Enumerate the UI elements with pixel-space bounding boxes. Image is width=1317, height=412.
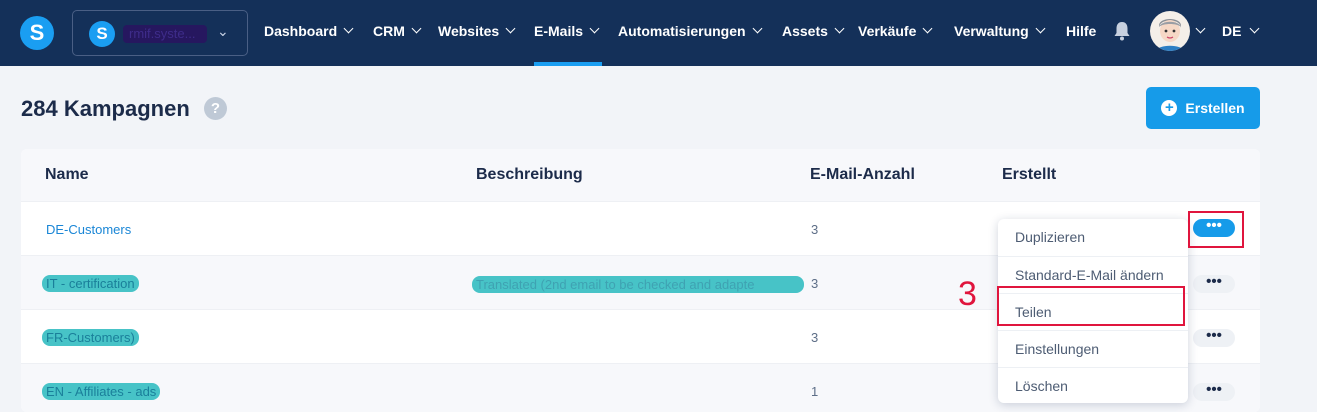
chevron-down-icon <box>505 23 516 34</box>
campaign-name-link[interactable]: FR-Customers) <box>42 329 139 346</box>
help-icon[interactable]: ? <box>204 97 227 120</box>
table-header: Name Beschreibung E-Mail-Anzahl Erstellt <box>21 149 1260 201</box>
column-header-created[interactable]: Erstellt <box>1002 166 1056 184</box>
campaign-email-count: 3 <box>811 276 819 291</box>
column-header-email-count[interactable]: E-Mail-Anzahl <box>810 166 915 184</box>
highlight-box-actions <box>1188 211 1244 248</box>
nav-automatisierungen[interactable]: Automatisierungen <box>618 23 763 39</box>
menu-item-settings[interactable]: Einstellungen <box>998 330 1188 367</box>
campaign-email-count: 1 <box>811 384 819 399</box>
highlight-box-share <box>997 286 1185 326</box>
nav-verkaeufe[interactable]: Verkäufe <box>858 23 933 39</box>
row-actions-button[interactable]: ••• <box>1193 274 1235 293</box>
row-actions-button[interactable]: ••• <box>1193 382 1235 401</box>
campaign-email-count: 3 <box>811 222 819 237</box>
nav-assets[interactable]: Assets <box>782 23 845 39</box>
chevron-down-icon[interactable] <box>1195 23 1206 34</box>
campaign-description: Translated (2nd email to be checked and … <box>472 276 804 296</box>
column-header-description[interactable]: Beschreibung <box>476 166 583 184</box>
nav-dashboard[interactable]: Dashboard <box>264 23 354 39</box>
app-logo[interactable]: S <box>20 16 54 50</box>
avatar[interactable] <box>1150 11 1190 51</box>
row-actions-button[interactable]: ••• <box>1193 328 1235 347</box>
chevron-down-icon <box>589 23 600 34</box>
nav-websites[interactable]: Websites <box>438 23 516 39</box>
chevron-down-icon: ⌄ <box>217 23 229 39</box>
chevron-down-icon <box>834 23 845 34</box>
nav-crm[interactable]: CRM <box>373 23 422 39</box>
account-name: rmif.syste... <box>123 25 207 43</box>
chevron-down-icon <box>752 23 763 34</box>
chevron-down-icon <box>922 23 933 34</box>
account-logo: S <box>89 21 115 47</box>
account-switcher[interactable]: S rmif.syste... ⌄ <box>72 10 248 56</box>
nav-hilfe[interactable]: Hilfe <box>1066 23 1096 39</box>
campaign-name-link[interactable]: EN - Affiliates - ads <box>42 383 161 400</box>
create-button[interactable]: + Erstellen <box>1146 87 1260 129</box>
nav-active-indicator <box>534 62 602 66</box>
step-number: 3 <box>958 275 977 313</box>
nav-emails[interactable]: E-Mails <box>534 23 600 39</box>
chevron-down-icon <box>411 23 422 34</box>
bell-icon[interactable] <box>1113 20 1131 42</box>
campaign-name-link[interactable]: DE-Customers <box>46 222 131 237</box>
nav-verwaltung[interactable]: Verwaltung <box>954 23 1046 39</box>
campaign-email-count: 3 <box>811 330 819 345</box>
language-switcher[interactable]: DE <box>1222 23 1260 39</box>
avatar-icon <box>1156 19 1184 51</box>
campaign-name-link[interactable]: IT - certification <box>42 275 139 292</box>
column-header-name[interactable]: Name <box>45 166 89 184</box>
chevron-down-icon <box>1035 23 1046 34</box>
page-title: 284 Kampagnen <box>21 96 190 121</box>
chevron-down-icon <box>343 23 354 34</box>
top-navigation: S S rmif.syste... ⌄ Dashboard CRM Websit… <box>0 0 1317 66</box>
menu-item-delete[interactable]: Löschen <box>998 367 1188 404</box>
menu-item-duplicate[interactable]: Duplizieren <box>998 219 1188 256</box>
chevron-down-icon <box>1250 23 1260 34</box>
plus-icon: + <box>1161 100 1178 116</box>
